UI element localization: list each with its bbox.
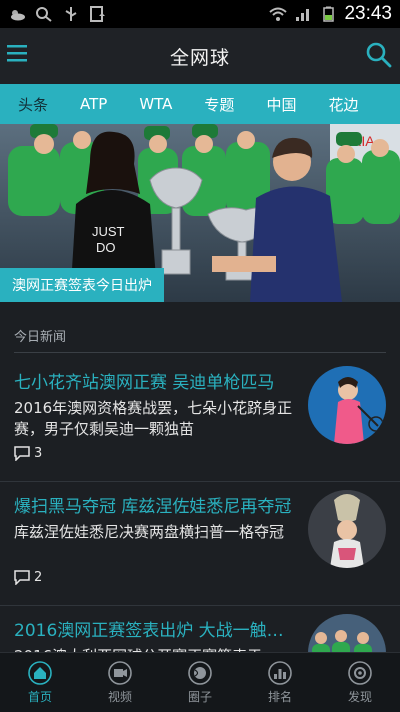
- comment-count: 2: [34, 570, 43, 585]
- weather-icon: [11, 10, 25, 21]
- tab-china[interactable]: 中国: [250, 94, 312, 115]
- tab-wta[interactable]: WTA: [123, 95, 188, 113]
- nav-circle[interactable]: 圈子: [160, 653, 240, 712]
- news-title: 七小花齐站澳网正赛 吴迪单枪匹马: [14, 373, 275, 393]
- svg-text:JUST: JUST: [92, 224, 125, 239]
- nav-video[interactable]: 视频: [80, 653, 160, 712]
- hero-caption: 澳网正赛签表今日出炉: [0, 268, 164, 302]
- nav-label: 视频: [107, 689, 132, 704]
- news-summary: 2016年澳网资格赛战罢，七朵小花跻身正赛，男子仅剩吴迪一颗独苗: [14, 399, 293, 438]
- nav-ranking[interactable]: 排名: [240, 653, 320, 712]
- news-title: 2016澳网正赛签表出炉 大战一触即发: [14, 621, 298, 641]
- comment-count: 3: [34, 446, 43, 461]
- page-title: 全网球: [169, 46, 230, 69]
- category-tabs: 头条 ATP WTA 专题 中国 花边: [0, 84, 400, 124]
- battery-icon: [323, 6, 335, 22]
- status-time: 23:43: [344, 3, 392, 24]
- news-summary: 库兹涅佐娃悉尼决赛两盘横扫普一格夺冠: [14, 523, 285, 541]
- news-item[interactable]: 爆扫黑马夺冠 库兹涅佐娃悉尼再夺冠 库兹涅佐娃悉尼决赛两盘横扫普一格夺冠 2: [0, 482, 400, 606]
- news-thumbnail: [308, 366, 386, 444]
- nav-discover[interactable]: 发现: [320, 653, 400, 712]
- menu-icon[interactable]: [6, 42, 28, 64]
- discover-icon: [348, 660, 372, 685]
- ranking-icon: [268, 660, 292, 685]
- nav-label: 排名: [267, 689, 292, 704]
- signal-icon: [296, 9, 310, 21]
- tab-headline[interactable]: 头条: [0, 94, 64, 115]
- tennis-ball-icon: [188, 660, 212, 685]
- section-divider: [14, 352, 386, 353]
- comment-icon: [14, 570, 30, 585]
- news-item[interactable]: 七小花齐站澳网正赛 吴迪单枪匹马 2016年澳网资格赛战罢，七朵小花跻身正赛，男…: [0, 358, 400, 482]
- search-status-icon: [36, 7, 52, 22]
- app-header: 全网球: [0, 28, 400, 84]
- comment-icon: [14, 446, 30, 461]
- hero-banner[interactable]: KIA JUST DO 澳网正赛签表今日出炉: [0, 124, 400, 302]
- status-bar: 23:43: [0, 0, 400, 28]
- nav-label: 首页: [27, 689, 52, 704]
- news-thumbnail: [308, 490, 386, 568]
- screenshot-icon: [90, 6, 105, 22]
- usb-icon: [65, 7, 77, 21]
- news-comments[interactable]: 3: [14, 446, 42, 461]
- nav-home[interactable]: 首页: [0, 653, 80, 712]
- svg-text:DO: DO: [96, 240, 116, 255]
- wifi-icon: [269, 7, 288, 21]
- tab-gossip[interactable]: 花边: [312, 94, 374, 115]
- tab-special[interactable]: 专题: [188, 94, 250, 115]
- nav-label: 圈子: [187, 689, 212, 704]
- nav-label: 发现: [347, 689, 372, 704]
- home-icon: [28, 660, 52, 685]
- search-icon[interactable]: [366, 42, 392, 68]
- video-icon: [108, 660, 132, 685]
- news-title: 爆扫黑马夺冠 库兹涅佐娃悉尼再夺冠: [14, 497, 292, 517]
- tab-atp[interactable]: ATP: [64, 95, 123, 113]
- section-label: 今日新闻: [14, 330, 67, 345]
- news-comments[interactable]: 2: [14, 570, 42, 585]
- bottom-nav: 首页 视频 圈子 排名 发现: [0, 652, 400, 712]
